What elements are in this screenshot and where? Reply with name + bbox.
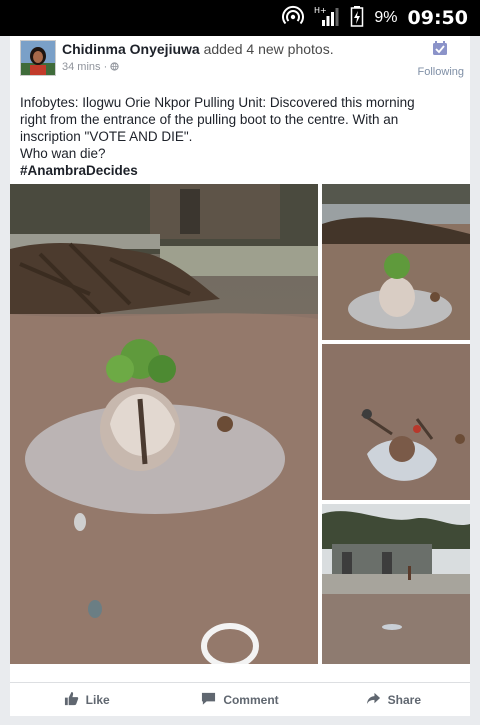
share-label: Share [387,693,421,707]
post-card: Chidinma Onyejiuwa added 4 new photos. 3… [10,36,470,716]
signal-icon: H+ [314,5,340,32]
svg-text:H+: H+ [314,6,327,15]
share-icon [366,691,381,709]
author-name[interactable]: Chidinma Onyejiuwa [62,41,200,57]
comment-icon [201,691,216,709]
photo-main[interactable] [10,184,318,664]
comment-button[interactable]: Comment [163,683,316,717]
post-actions: Like Comment Share [10,682,470,717]
post-body: Infobytes: Ilogwu Orie Nkpor Pulling Uni… [20,94,460,179]
post-text-line: Infobytes: Ilogwu Orie Nkpor Pulling Uni… [20,95,415,110]
comment-label: Comment [223,693,279,707]
status-bar: H+ 9% 09:50 [0,0,480,36]
clock: 09:50 [407,7,468,29]
post-text-line: Who wan die? [20,146,106,161]
battery-level: 9% [374,9,398,26]
battery-icon [350,5,364,32]
photo-3[interactable] [322,344,470,500]
like-button[interactable]: Like [10,683,163,717]
hashtag-link[interactable]: #AnambraDecides [20,162,460,179]
post-meta: 34 mins · [62,61,119,73]
post-header: Chidinma Onyejiuwa added 4 new photos. [62,41,334,57]
follow-icon[interactable] [432,40,448,56]
thumbs-up-icon [64,691,79,709]
status-icons: H+ 9% 09:50 [282,0,468,36]
photo-4[interactable] [322,504,470,664]
post-text-line: inscription "VOTE AND DIE". [20,129,193,144]
post-text-line: right from the entrance of the pulling b… [20,112,399,127]
globe-icon [110,61,119,73]
photo-2[interactable] [322,184,470,340]
like-label: Like [85,693,110,707]
share-button[interactable]: Share [317,683,470,717]
avatar[interactable] [20,40,56,76]
post-time[interactable]: 34 mins [62,61,101,73]
hotspot-icon [282,5,305,32]
photo-grid [10,184,470,664]
following-label[interactable]: Following [418,66,464,78]
post-action: added 4 new photos. [203,41,334,57]
